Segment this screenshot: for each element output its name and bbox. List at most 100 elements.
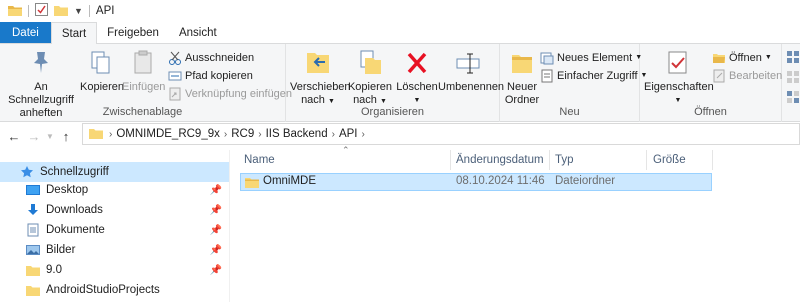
- select-group: [782, 44, 800, 122]
- table-row[interactable]: OmniMDE 08.10.2024 11:46 Dateiordner: [240, 173, 712, 191]
- properties-quick-icon[interactable]: [35, 3, 48, 19]
- chevron-down-icon: ▼: [327, 98, 335, 105]
- new-group: Neuer Ordner Neues Element ▼ Einfacher Z…: [500, 44, 647, 122]
- properties-icon: [644, 48, 712, 78]
- pin-icon: 📌: [209, 244, 222, 256]
- breadcrumb-rc9[interactable]: RC9: [231, 128, 254, 140]
- title-bar: ▼ API: [0, 0, 800, 22]
- chevron-down-icon: ▼: [764, 54, 772, 61]
- open-button[interactable]: Öffnen ▼: [712, 49, 772, 66]
- separator: [88, 5, 90, 17]
- back-arrow-icon[interactable]: ←: [4, 129, 24, 144]
- tab-start[interactable]: Start: [50, 22, 98, 44]
- rename-icon: [438, 48, 498, 78]
- breadcrumb-omnimde-rc9-9x[interactable]: OMNIMDE_RC9_9x: [116, 128, 220, 140]
- new-folder-quick-icon[interactable]: [54, 4, 68, 19]
- move-to-button[interactable]: Verschieben nach ▼: [290, 48, 351, 108]
- paste-button[interactable]: Einfügen: [122, 48, 165, 94]
- new-folder-icon: [504, 48, 540, 78]
- column-header-date[interactable]: Änderungsdatum: [456, 150, 548, 170]
- copy-path-button[interactable]: Pfad kopieren: [168, 67, 253, 84]
- easy-access-button[interactable]: Einfacher Zugriff ▼: [540, 67, 647, 84]
- column-header-name[interactable]: Name: [244, 150, 450, 170]
- nav-item-desktop[interactable]: Desktop 📌: [0, 180, 230, 200]
- column-divider[interactable]: [712, 150, 713, 170]
- breadcrumb-api[interactable]: API: [339, 128, 358, 140]
- nav-item-9-0[interactable]: 9.0 📌: [0, 260, 230, 280]
- open-folder-icon: [712, 51, 726, 65]
- new-item-button[interactable]: Neues Element ▼: [540, 49, 642, 66]
- edit-icon: [712, 69, 726, 83]
- group-label: Zwischenablage: [102, 106, 183, 118]
- pin-icon: 📌: [209, 184, 222, 196]
- window-title: API: [95, 5, 115, 17]
- file-date: 08.10.2024 11:46: [456, 175, 545, 187]
- open-group: Eigenschaften ▼ Öffnen ▼ Bearbeiten Öffn…: [640, 44, 782, 122]
- edit-button[interactable]: Bearbeiten: [712, 67, 782, 84]
- column-divider[interactable]: [549, 150, 550, 170]
- navigation-pane: Schnellzugriff Desktop 📌 Downloads 📌 Dok…: [0, 160, 230, 302]
- select-all-icon[interactable]: [786, 50, 800, 67]
- column-header-size[interactable]: Größe: [653, 150, 711, 170]
- breadcrumb-chevron-icon[interactable]: ›: [224, 129, 227, 140]
- pin-icon: [4, 48, 78, 78]
- recent-locations-chevron-icon[interactable]: ▼: [44, 132, 56, 141]
- tab-datei[interactable]: Datei: [0, 22, 51, 43]
- folder-icon: [89, 127, 103, 142]
- copy-button[interactable]: Kopieren: [80, 48, 124, 94]
- separator: [28, 5, 29, 17]
- breadcrumb-chevron-icon[interactable]: ›: [332, 129, 335, 140]
- up-arrow-icon[interactable]: ↑: [56, 129, 76, 144]
- ribbon-tabs: Datei Start Freigeben Ansicht: [0, 22, 800, 44]
- nav-item-downloads[interactable]: Downloads 📌: [0, 200, 230, 220]
- rename-button[interactable]: Umbenennen: [438, 48, 504, 94]
- pin-icon: 📌: [209, 204, 222, 216]
- column-divider[interactable]: [450, 150, 451, 170]
- move-to-icon: [290, 48, 346, 78]
- copy-to-button[interactable]: Kopieren nach ▼: [346, 48, 394, 108]
- tab-ansicht[interactable]: Ansicht: [169, 22, 227, 43]
- folder-icon: [8, 4, 22, 19]
- folder-icon: [245, 175, 259, 192]
- group-label: Neu: [559, 106, 580, 118]
- delete-icon: [396, 48, 438, 78]
- star-icon: [20, 165, 34, 179]
- copy-path-icon: [168, 69, 182, 83]
- customize-quick-access-icon[interactable]: ▼: [74, 6, 83, 16]
- breadcrumb-chevron-icon[interactable]: ›: [361, 129, 364, 140]
- scissors-icon: [168, 51, 182, 65]
- pane-splitter[interactable]: [229, 150, 230, 302]
- pin-icon: 📌: [209, 264, 222, 276]
- tab-freigeben[interactable]: Freigeben: [97, 22, 169, 43]
- nav-quick-access[interactable]: Schnellzugriff: [0, 162, 230, 182]
- group-label: Organisieren: [361, 106, 424, 118]
- paste-icon: [122, 48, 164, 78]
- nav-item-documents[interactable]: Dokumente 📌: [0, 220, 230, 240]
- address-bar[interactable]: › OMNIMDE_RC9_9x › RC9 › IIS Backend › A…: [82, 123, 800, 145]
- pin-icon: 📌: [209, 224, 222, 236]
- file-list: ⌃ Name Änderungsdatum Typ Größe OmniMDE …: [240, 145, 800, 302]
- column-divider[interactable]: [646, 150, 647, 170]
- ribbon: An Schnellzugriff anheften Kopieren Einf…: [0, 44, 800, 122]
- breadcrumb-iis-backend[interactable]: IIS Backend: [266, 128, 328, 140]
- desktop-icon: [26, 183, 40, 197]
- forward-arrow-icon[interactable]: →: [24, 129, 44, 144]
- new-folder-button[interactable]: Neuer Ordner: [504, 48, 540, 107]
- select-none-icon[interactable]: [786, 70, 800, 87]
- column-header-type[interactable]: Typ: [555, 150, 647, 170]
- paste-shortcut-button[interactable]: Verknüpfung einfügen: [168, 85, 292, 102]
- nav-item-androidstudioprojects[interactable]: AndroidStudioProjects: [0, 280, 230, 300]
- delete-button[interactable]: Löschen ▼: [396, 48, 438, 107]
- group-label: Öffnen: [694, 106, 727, 118]
- chevron-down-icon: ▼: [379, 98, 387, 105]
- breadcrumb-chevron-icon[interactable]: ›: [109, 129, 112, 140]
- pictures-icon: [26, 243, 40, 257]
- cut-button[interactable]: Ausschneiden: [168, 49, 254, 66]
- easy-access-icon: [540, 69, 554, 83]
- documents-icon: [26, 223, 40, 237]
- nav-item-pictures[interactable]: Bilder 📌: [0, 240, 230, 260]
- file-type: Dateiordner: [555, 175, 616, 187]
- properties-button[interactable]: Eigenschaften ▼: [644, 48, 714, 107]
- invert-selection-icon[interactable]: [786, 90, 800, 107]
- breadcrumb-chevron-icon[interactable]: ›: [258, 129, 261, 140]
